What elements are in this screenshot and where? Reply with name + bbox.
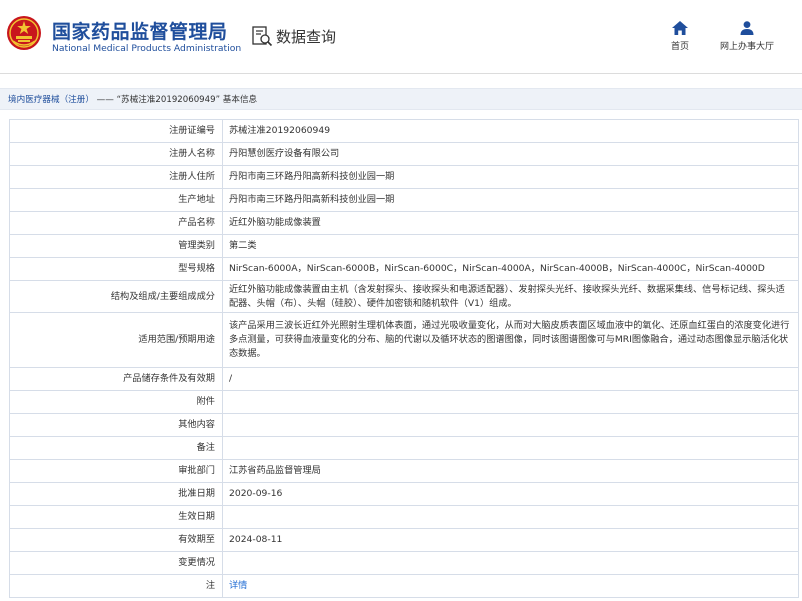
- field-value: 2020-09-16: [222, 482, 799, 506]
- field-label: 备注: [9, 436, 223, 460]
- site-header: 国家药品监督管理局 National Medical Products Admi…: [0, 0, 802, 73]
- table-row: 批准日期 2020-09-16: [9, 482, 799, 506]
- table-row: 变更情况: [9, 551, 799, 575]
- table-row: 注册证编号 苏械注准20192060949: [9, 119, 799, 143]
- field-label: 批准日期: [9, 482, 223, 506]
- nav-home-button[interactable]: 首页: [664, 21, 696, 52]
- field-label: 结构及组成/主要组成成分: [9, 280, 223, 313]
- table-row: 注册人名称 丹阳慧创医疗设备有限公司: [9, 142, 799, 166]
- table-row: 产品储存条件及有效期 /: [9, 367, 799, 391]
- field-value: 苏械注准20192060949: [222, 119, 799, 143]
- field-label: 注: [9, 574, 223, 598]
- table-row: 其他内容: [9, 413, 799, 437]
- field-value: [222, 551, 799, 575]
- table-row: 备注: [9, 436, 799, 460]
- field-value: 详情: [222, 574, 799, 598]
- field-label: 适用范围/预期用途: [9, 312, 223, 368]
- field-value: 近红外脑功能成像装置由主机（含发射探头、接收探头和电源适配器）、发射探头光纤、接…: [222, 280, 799, 313]
- field-label: 产品储存条件及有效期: [9, 367, 223, 391]
- field-label: 附件: [9, 390, 223, 414]
- field-value: [222, 413, 799, 437]
- field-value: [222, 390, 799, 414]
- table-row: 产品名称 近红外脑功能成像装置: [9, 211, 799, 235]
- field-value: 丹阳慧创医疗设备有限公司: [222, 142, 799, 166]
- details-link[interactable]: 详情: [229, 580, 247, 591]
- field-value: 该产品采用三波长近红外光照射生理机体表面，通过光吸收量变化，从而对大脑皮质表面区…: [222, 312, 799, 368]
- field-label: 其他内容: [9, 413, 223, 437]
- table-row: 附件: [9, 390, 799, 414]
- user-icon: [740, 21, 754, 35]
- table-row: 适用范围/预期用途 该产品采用三波长近红外光照射生理机体表面，通过光吸收量变化，从…: [9, 312, 799, 368]
- field-label: 生效日期: [9, 505, 223, 529]
- field-label: 管理类别: [9, 234, 223, 258]
- site-brand-english[interactable]: National Medical Products Administration: [52, 43, 241, 54]
- home-icon: [672, 21, 688, 35]
- field-label: 审批部门: [9, 459, 223, 483]
- national-emblem-logo[interactable]: [6, 15, 42, 51]
- table-row: 注册人住所 丹阳市南三环路丹阳高新科技创业园一期: [9, 165, 799, 189]
- field-label: 注册人名称: [9, 142, 223, 166]
- table-row: 生产地址 丹阳市南三环路丹阳高新科技创业园一期: [9, 188, 799, 212]
- table-row: 有效期至 2024-08-11: [9, 528, 799, 552]
- breadcrumb-current: —— “苏械注准20192060949” 基本信息: [93, 95, 258, 105]
- field-value: 第二类: [222, 234, 799, 258]
- field-value: [222, 505, 799, 529]
- field-label: 型号规格: [9, 257, 223, 281]
- header-divider: [0, 73, 802, 74]
- table-row: 审批部门 江苏省药品监督管理局: [9, 459, 799, 483]
- field-label: 注册人住所: [9, 165, 223, 189]
- table-row: 结构及组成/主要组成成分 近红外脑功能成像装置由主机（含发射探头、接收探头和电源适…: [9, 280, 799, 313]
- field-value: NirScan-6000A，NirScan-6000B，NirScan-6000…: [222, 257, 799, 281]
- nav-online-hall-label: 网上办事大厅: [719, 42, 774, 52]
- breadcrumb-link-domestic-devices[interactable]: 境内医疗器械（注册）: [8, 95, 94, 105]
- registration-detail-table: 注册证编号 苏械注准20192060949 注册人名称 丹阳慧创医疗设备有限公司 注…: [9, 119, 799, 598]
- breadcrumb: 境内医疗器械（注册） —— “苏械注准20192060949” 基本信息: [0, 88, 802, 110]
- field-label: 变更情况: [9, 551, 223, 575]
- field-value: 近红外脑功能成像装置: [222, 211, 799, 235]
- table-row: 管理类别 第二类: [9, 234, 799, 258]
- table-row: 生效日期: [9, 505, 799, 529]
- table-row: 注详情: [9, 574, 799, 598]
- field-value: 2024-08-11: [222, 528, 799, 552]
- data-query-label: 数据查询: [276, 27, 337, 46]
- table-row: 型号规格 NirScan-6000A，NirScan-6000B，NirScan-…: [9, 257, 799, 281]
- field-value: /: [222, 367, 799, 391]
- field-label: 生产地址: [9, 188, 223, 212]
- field-value: 江苏省药品监督管理局: [222, 459, 799, 483]
- field-value: 丹阳市南三环路丹阳高新科技创业园一期: [222, 165, 799, 189]
- data-query-title: 数据查询: [251, 24, 336, 48]
- field-value: 丹阳市南三环路丹阳高新科技创业园一期: [222, 188, 799, 212]
- field-label: 有效期至: [9, 528, 223, 552]
- nav-home-label: 首页: [670, 42, 689, 52]
- nav-online-hall-button[interactable]: 网上办事大厅: [715, 21, 779, 52]
- field-value: [222, 436, 799, 460]
- breadcrumb-trail: 境内医疗器械（注册） —— “苏械注准20192060949” 基本信息: [8, 93, 257, 105]
- document-search-icon: [252, 26, 273, 47]
- field-label: 产品名称: [9, 211, 223, 235]
- field-label: 注册证编号: [9, 119, 223, 143]
- site-brand-name[interactable]: 国家药品监督管理局: [52, 17, 228, 44]
